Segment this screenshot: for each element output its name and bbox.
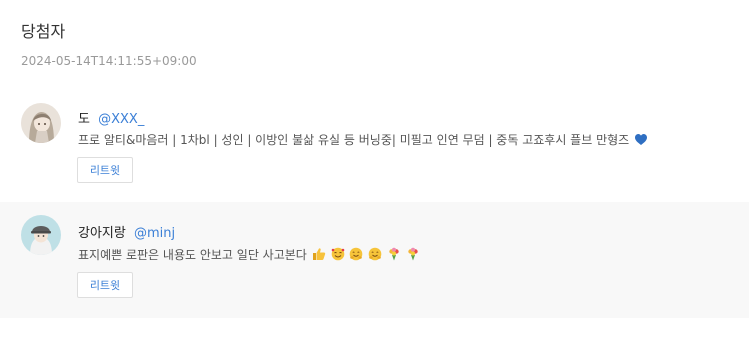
hugging-face-icon	[368, 247, 382, 264]
retweet-button[interactable]: 리트윗	[77, 157, 133, 183]
bio-text: 표지예쁜 로판은 내용도 안보고 일단 사고본다	[78, 248, 307, 262]
timestamp: 2024-05-14T14:11:55+09:00	[21, 54, 197, 68]
winners-page: 당첨자 2024-05-14T14:11:55+09:00 도 @XXX_ 프로…	[0, 0, 749, 345]
user-name-line: 강아지랑 @minj	[78, 222, 175, 241]
thumbs-up-icon	[312, 247, 326, 264]
bouquet-icon	[387, 247, 401, 264]
user-bio: 표지예쁜 로판은 내용도 안보고 일단 사고본다	[78, 246, 420, 264]
avatar[interactable]	[21, 103, 61, 143]
display-name: 도	[78, 112, 90, 127]
display-name: 강아지랑	[78, 226, 126, 241]
smiling-hearts-icon	[331, 247, 345, 264]
hugging-face-icon	[349, 247, 363, 264]
user-bio: 프로 알티&마음러 | 1차bl | 성인 | 이방인 불삶 유실 등 버닝중|…	[78, 131, 648, 149]
bio-text: 프로 알티&마음러 | 1차bl | 성인 | 이방인 불삶 유실 등 버닝중|…	[78, 133, 630, 147]
avatar[interactable]	[21, 215, 61, 255]
avatar-image	[21, 103, 61, 143]
winner-entry: 강아지랑 @minj 표지예쁜 로판은 내용도 안보고 일단 사고본다 리트윗	[0, 202, 749, 318]
bouquet-icon	[406, 247, 420, 264]
page-title: 당첨자	[21, 22, 66, 41]
user-name-line: 도 @XXX_	[78, 108, 144, 127]
blue-heart-icon	[634, 133, 648, 149]
user-handle-link[interactable]: @minj	[134, 226, 175, 241]
winner-entry: 도 @XXX_ 프로 알티&마음러 | 1차bl | 성인 | 이방인 불삶 유…	[0, 90, 749, 202]
avatar-image	[21, 215, 61, 255]
retweet-button[interactable]: 리트윗	[77, 272, 133, 298]
user-handle-link[interactable]: @XXX_	[98, 112, 144, 127]
